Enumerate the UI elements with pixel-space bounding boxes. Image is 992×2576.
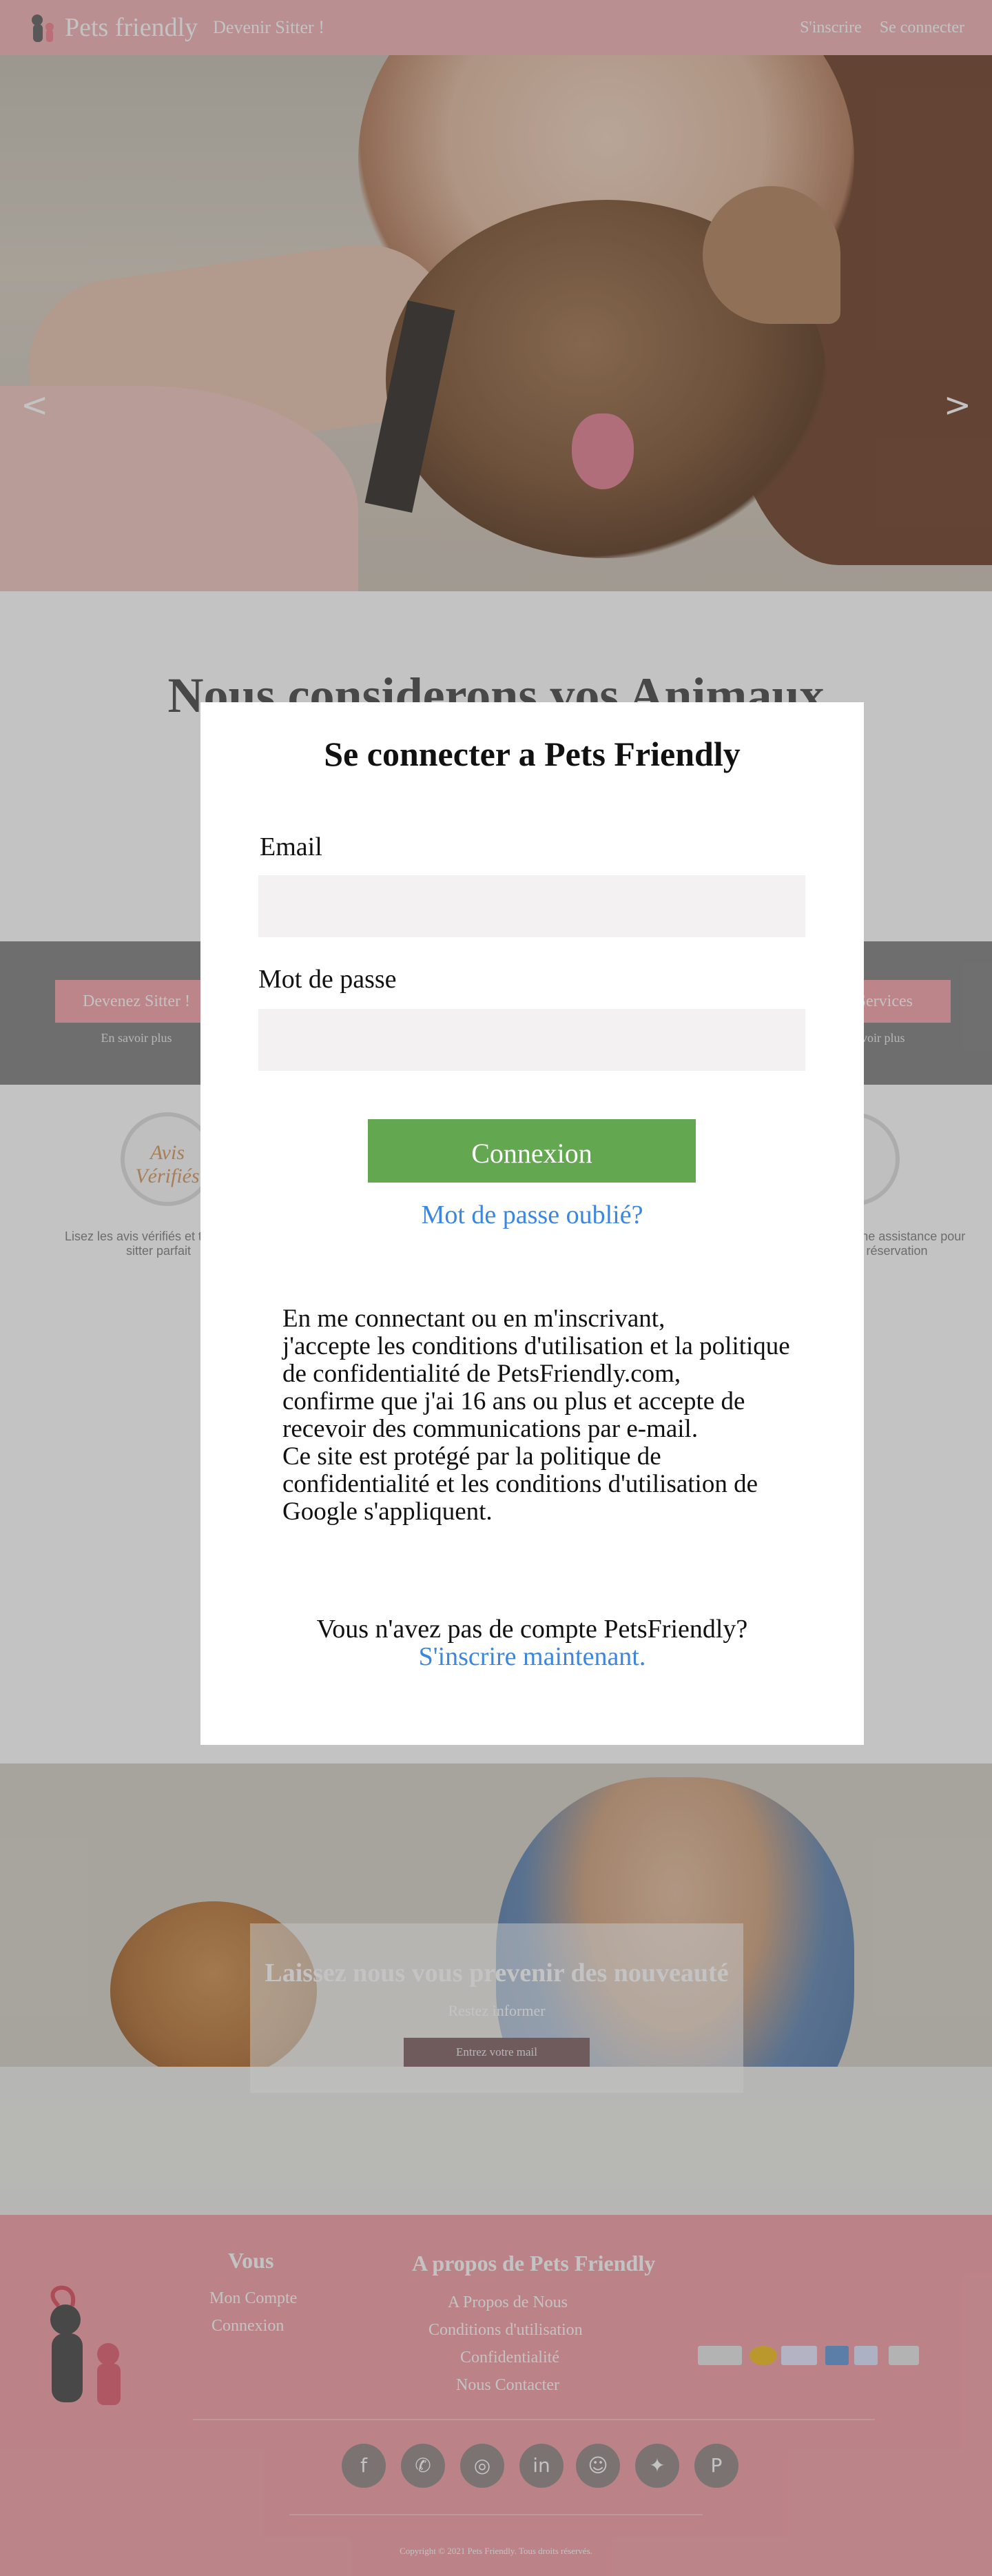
password-field[interactable] [258,1009,805,1071]
legal-line: En me connectant ou en m'inscrivant, [282,1305,665,1333]
legal-notice: En me connectant ou en m'inscrivant, j'a… [282,1305,806,1526]
email-label: Email [260,832,322,861]
login-modal-title: Se connecter a Pets Friendly [324,735,741,773]
login-submit-button[interactable]: Connexion [368,1119,696,1183]
login-modal: Se connecter a Pets Friendly Email Mot d… [200,702,864,1745]
legal-line: confidentialité et les conditions d'util… [282,1470,758,1498]
forgot-password-link[interactable]: Mot de passe oublié? [422,1200,643,1229]
legal-line: recevoir des communications par e-mail. [282,1415,699,1443]
forgot-password-row: Mot de passe oublié? [200,1200,864,1230]
legal-line: confirme que j'ai 16 ans ou plus et acce… [282,1387,745,1415]
signup-now-row: S'inscrire maintenant. [200,1642,864,1672]
legal-line: Google s'appliquent. [282,1497,493,1526]
signup-now-link[interactable]: S'inscrire maintenant. [419,1642,646,1671]
email-field[interactable] [258,875,805,937]
legal-line: j'accepte les conditions d'utilisation e… [282,1332,790,1360]
legal-line: de confidentialité de PetsFriendly.com, [282,1360,681,1388]
legal-line: Ce site est protégé par la politique de [282,1442,661,1471]
no-account-text: Vous n'avez pas de compte PetsFriendly? [316,1615,748,1644]
password-label: Mot de passe [258,965,397,994]
